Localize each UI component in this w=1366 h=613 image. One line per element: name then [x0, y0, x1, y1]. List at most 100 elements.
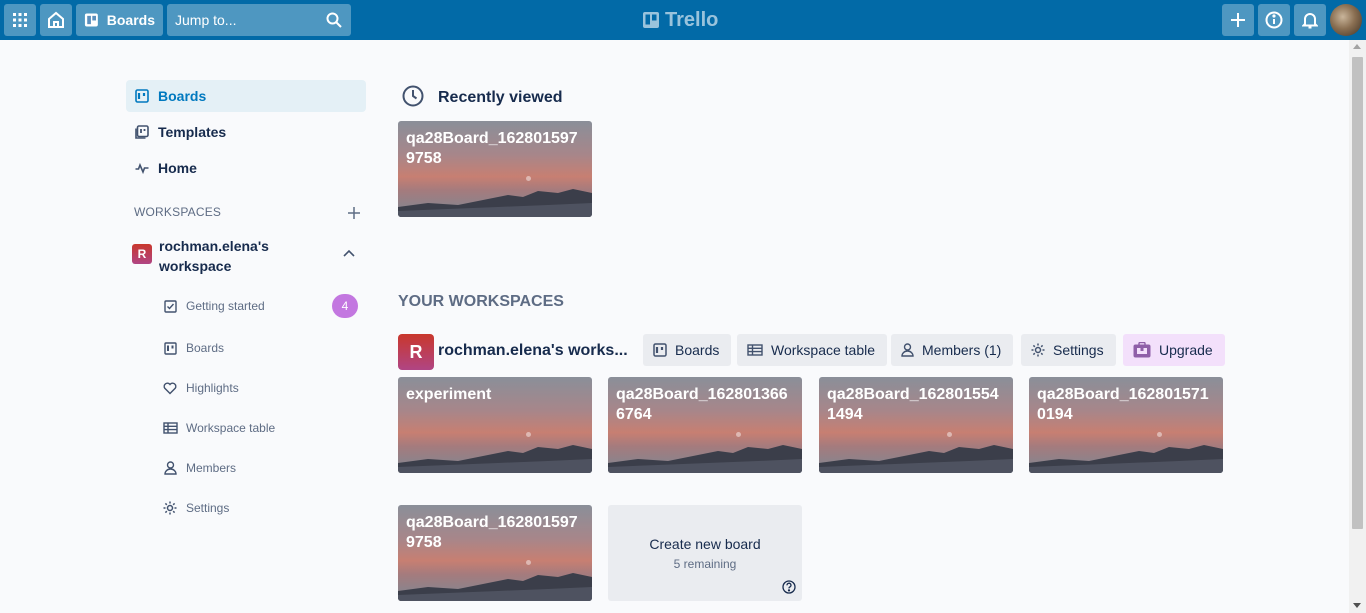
tab-settings[interactable]: Settings [1021, 334, 1116, 366]
recently-viewed-title: Recently viewed [438, 89, 563, 106]
gear-icon [162, 500, 178, 516]
tab-label: Upgrade [1159, 342, 1213, 358]
sidebar-item-label: Boards [158, 88, 207, 104]
getting-started-count-badge: 4 [332, 294, 358, 318]
logo-text: Trello [665, 8, 719, 31]
tab-boards[interactable]: Boards [643, 334, 732, 366]
notifications-button[interactable] [1294, 4, 1326, 36]
trello-logo[interactable]: Trello [643, 8, 718, 32]
create-board-title: Create new board [649, 536, 761, 552]
workspace-name: rochman.elena's works... [438, 342, 628, 359]
workspaces-heading: WORKSPACES [134, 205, 222, 219]
board-icon [134, 88, 150, 104]
tab-label: Boards [675, 342, 720, 358]
tab-upgrade[interactable]: Upgrade [1123, 334, 1225, 366]
tab-label: Workspace table [771, 342, 876, 358]
workspace-badge: R [398, 334, 434, 370]
board-tile-title: qa28Board_1628015979758 [406, 130, 578, 167]
sidebar-item-label: Highlights [186, 381, 239, 395]
tile-background-mountains [398, 189, 592, 217]
checkbox-icon [162, 298, 178, 314]
person-icon [901, 343, 914, 357]
grid-icon [13, 13, 27, 27]
your-workspaces-heading: YOUR WORKSPACES [398, 293, 564, 310]
sidebar-item-label: Home [158, 160, 197, 176]
table-icon [747, 344, 763, 356]
sidebar-item-label: Workspace table [186, 421, 276, 435]
plus-icon [1231, 13, 1245, 27]
tile-background-mountains [608, 445, 802, 473]
chevron-up-icon [343, 249, 355, 257]
board-tile[interactable]: qa28Board_1628015979758 [398, 505, 592, 601]
sidebar-item-label: Boards [186, 341, 225, 355]
sidebar-item-home[interactable]: Home [126, 152, 366, 184]
briefcase-icon [1133, 342, 1151, 358]
gear-icon [1031, 343, 1045, 357]
tab-members[interactable]: Members (1) [891, 334, 1014, 366]
info-icon [1265, 11, 1283, 29]
home-icon [48, 11, 64, 28]
board-tile[interactable]: qa28Board_1628015710194 [1029, 377, 1223, 473]
board-tile-title: qa28Board_1628013666764 [616, 386, 788, 423]
sidebar-workspace-toggle[interactable]: R rochman.elena's workspace [132, 236, 366, 276]
info-button[interactable] [1258, 4, 1290, 36]
person-icon [162, 460, 178, 476]
board-tile[interactable]: qa28Board_1628013666764 [608, 377, 802, 473]
create-button[interactable] [1222, 4, 1254, 36]
scroll-down-arrow[interactable] [1353, 603, 1361, 608]
board-tile[interactable]: experiment [398, 377, 592, 473]
help-icon[interactable] [782, 580, 796, 594]
tab-label: Members (1) [922, 342, 1002, 358]
scroll-up-arrow[interactable] [1353, 44, 1361, 49]
boards-button-label: Boards [106, 12, 155, 28]
board-icon [653, 343, 667, 357]
tab-label: Settings [1053, 342, 1104, 358]
avatar[interactable] [1330, 4, 1362, 36]
apps-grid-button[interactable] [4, 4, 36, 36]
sidebar-item-label: Members [186, 461, 237, 475]
top-header: Boards Jump to... Trello [0, 0, 1366, 40]
sidebar-item-label: Getting started [186, 299, 265, 313]
tile-background-mountains [819, 445, 1013, 473]
sidebar-item-workspace-table[interactable]: Workspace table [162, 418, 275, 438]
template-icon [134, 124, 150, 140]
board-tile[interactable]: qa28Board_1628015541494 [819, 377, 1013, 473]
search-icon [326, 12, 342, 28]
home-button[interactable] [40, 4, 72, 36]
trello-logo-icon [643, 12, 659, 28]
sidebar-item-getting-started[interactable]: Getting started [162, 296, 265, 316]
scrollbar-thumb[interactable] [1352, 57, 1363, 529]
clock-icon [402, 85, 424, 107]
sidebar-item-highlights[interactable]: Highlights [162, 378, 239, 398]
heart-icon [162, 380, 178, 396]
tile-background-mountains [1029, 445, 1223, 473]
sidebar-item-label: Templates [158, 124, 227, 140]
create-new-board-tile[interactable]: Create new board 5 remaining [608, 505, 802, 601]
board-tile-title: qa28Board_1628015979758 [406, 514, 578, 551]
create-board-remaining: 5 remaining [673, 557, 737, 571]
sidebar-item-boards[interactable]: Boards [126, 80, 366, 112]
tile-background-mountains [398, 445, 592, 473]
plus-icon[interactable] [346, 205, 362, 221]
table-icon [162, 420, 178, 436]
sidebar-item-settings[interactable]: Settings [162, 498, 229, 518]
workspace-badge: R [132, 244, 152, 264]
board-tile-title: qa28Board_1628015710194 [1037, 386, 1209, 423]
search-placeholder: Jump to... [175, 12, 237, 28]
sidebar-item-members[interactable]: Members [162, 458, 236, 478]
activity-icon [134, 160, 150, 176]
board-tile-title: experiment [406, 386, 492, 403]
workspace-name: rochman.elena's workspace [159, 238, 269, 274]
sidebar-item-templates[interactable]: Templates [126, 116, 366, 148]
sidebar-item-boards[interactable]: Boards [162, 338, 224, 358]
board-icon [162, 340, 178, 356]
tile-background-mountains [398, 573, 592, 601]
board-tile[interactable]: qa28Board_1628015979758 [398, 121, 592, 217]
board-tile-title: qa28Board_1628015541494 [827, 386, 999, 423]
boards-button[interactable]: Boards [76, 4, 163, 36]
sidebar-item-label: Settings [186, 501, 230, 515]
jump-to-search[interactable]: Jump to... [167, 4, 351, 36]
tab-workspace-table[interactable]: Workspace table [737, 334, 888, 366]
board-icon [84, 13, 98, 27]
bell-icon [1302, 13, 1318, 29]
